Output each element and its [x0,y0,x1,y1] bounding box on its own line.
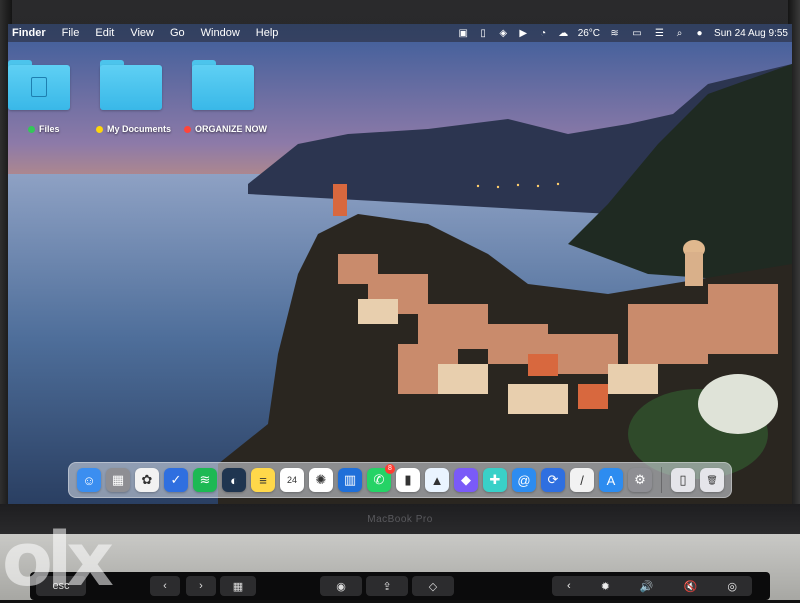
dropbox-icon[interactable]: ◈ [498,28,509,39]
folder-files-label[interactable]: Files [28,124,60,134]
sync-app-icon[interactable]: ⟳ [541,468,565,492]
olx-watermark-logo: olx [2,517,114,603]
volume-icon[interactable]: 🔊 [640,580,654,593]
folder-organize-now[interactable] [192,60,254,110]
spotify-icon[interactable]: ≋ [193,468,217,492]
yellow-tag-icon [96,125,103,133]
green-tag-icon [28,125,35,133]
battery-icon[interactable]: ▭ [629,28,645,39]
touchbar-control-strip: ‹ ✹ 🔊 🔇 ◎ [552,576,752,596]
menu-view[interactable]: View [122,24,162,42]
menu-app-name[interactable]: Finder [8,24,54,42]
screen: Finder File Edit View Go Window Help ▣ ▯… [8,24,792,504]
weather-icon[interactable]: ☁ [558,28,569,39]
whatsapp-icon[interactable]: ✆ 8 [367,464,395,492]
app-icon[interactable]: ▲ [425,468,449,492]
menu-window[interactable]: Window [193,24,248,42]
menu-file[interactable]: File [54,24,88,42]
weather-temperature[interactable]: 26°C [578,28,600,39]
menu-bar-status: ▣ ▯ ◈ ▶ ◔ ☁ 26°C ≋ ▭ ☰ ⌕ ● Sun 24 Aug 9:… [458,24,788,42]
photos-icon[interactable]: ✿ [135,468,159,492]
menu-edit[interactable]: Edit [87,24,122,42]
folder-icon [192,65,254,110]
siri-icon[interactable]: ● [694,28,705,39]
k-app-icon[interactable]: ▣ [458,28,469,39]
search-icon[interactable]: ⌕ [674,28,685,39]
dock-separator [661,467,662,493]
touchbar-tag-icon[interactable]: ◇ [412,576,454,596]
app-store-icon[interactable]: A [599,468,623,492]
trello-icon[interactable]: ▥ [338,468,362,492]
dock: ☺ ▦ ✿ ✓ ≋ ◐ ≡ 24 ✺ ▥ ✆ 8 ▮ ▲ ◆ ✚ @ ⟳ / A ⚙ ▯ 🗑 [68,462,732,498]
folder-my-documents-label[interactable]: My Documents [96,124,171,134]
brightness-icon[interactable]: ✹ [601,580,610,593]
folder-organize-now-label[interactable]: ORGANIZE NOW [184,124,267,134]
folder-my-documents[interactable] [100,60,162,110]
system-settings-icon[interactable]: ⚙ [628,468,652,492]
copilot-icon[interactable]: ◐ [222,468,246,492]
notification-badge: 8 [385,464,395,474]
trash-icon[interactable]: 🗑 [700,468,724,492]
reminders-icon[interactable]: ✓ [164,468,188,492]
wifi-icon[interactable]: ≋ [609,28,620,39]
finder-icon[interactable]: ☺ [77,468,101,492]
chatgpt-icon[interactable]: ✺ [309,468,333,492]
touchbar-share-icon[interactable]: ⇪ [366,576,408,596]
menu-help[interactable]: Help [248,24,287,42]
shortcuts-icon[interactable]: ◆ [454,468,478,492]
menu-go[interactable]: Go [162,24,193,42]
folder-icon [100,65,162,110]
clock-icon[interactable]: ◔ [538,28,549,39]
control-center-icon[interactable]: ☰ [654,28,665,39]
laptop-frame: Finder File Edit View Go Window Help ▣ ▯… [0,0,800,600]
touchbar-collapse-icon[interactable]: ‹ [567,580,571,592]
calendar-icon[interactable]: 24 [280,468,304,492]
mute-icon[interactable]: 🔇 [684,580,698,593]
folder-files[interactable] [8,60,70,110]
document-glyph-icon [31,77,47,97]
touchbar-grid-icon[interactable]: ▦ [220,576,256,596]
numbers-icon[interactable]: ▮ [396,468,420,492]
red-tag-icon [184,125,191,133]
touchbar-forward-icon[interactable]: › [186,576,216,596]
colorful-app-icon[interactable]: ✚ [483,468,507,492]
iphone-mirroring-icon[interactable]: ▯ [671,468,695,492]
siri-touchbar-icon[interactable]: ◎ [727,580,737,593]
keynote-icon[interactable]: / [570,468,594,492]
menu-bar-clock[interactable]: Sun 24 Aug 9:55 [714,28,788,39]
notes-icon[interactable]: ≡ [251,468,275,492]
touchbar-eye-icon[interactable]: ◉ [320,576,362,596]
mail-icon[interactable]: @ [512,468,536,492]
play-icon[interactable]: ▶ [518,28,529,39]
menu-bar: Finder File Edit View Go Window Help ▣ ▯… [8,24,792,42]
launchpad-icon[interactable]: ▦ [106,468,130,492]
phone-icon[interactable]: ▯ [478,28,489,39]
